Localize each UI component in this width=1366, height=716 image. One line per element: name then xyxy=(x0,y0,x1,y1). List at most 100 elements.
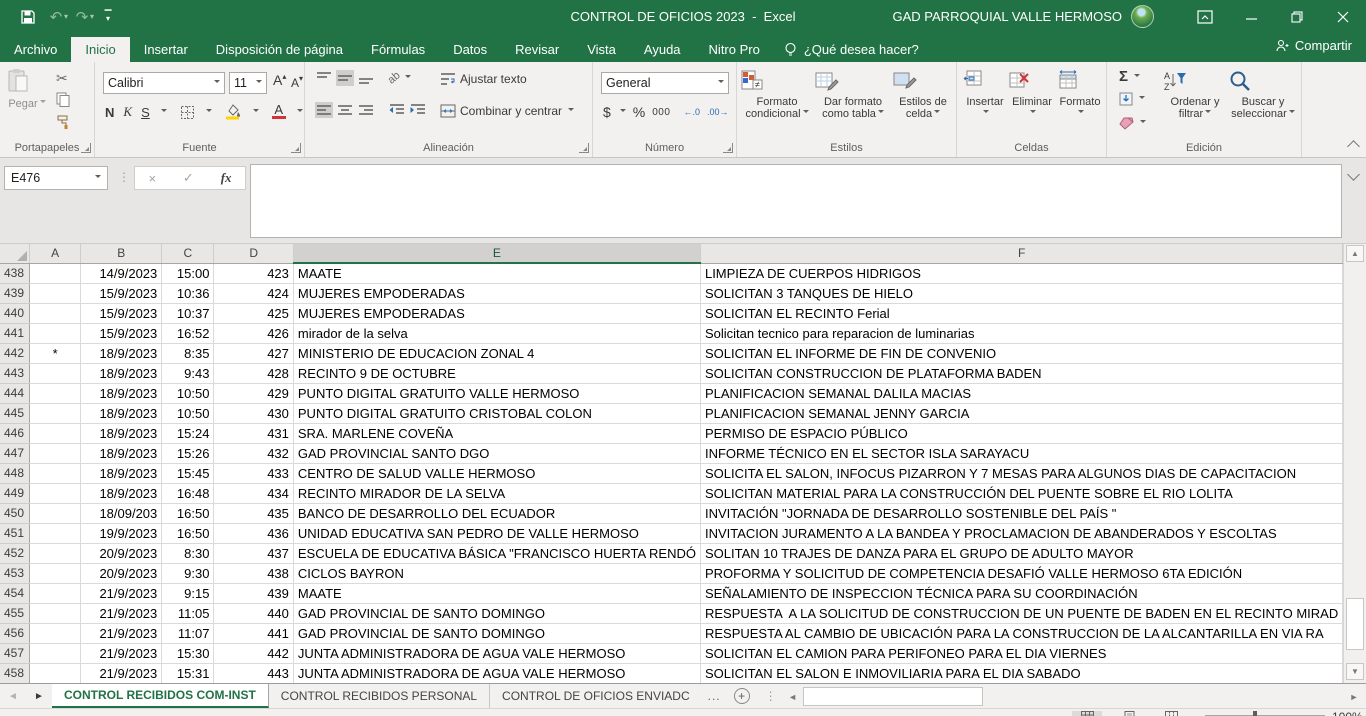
enter-icon[interactable]: ✓ xyxy=(183,170,194,186)
sheet-tab-control-recibidos-personal[interactable]: CONTROL RECIBIDOS PERSONAL xyxy=(269,684,490,708)
cell[interactable]: 19/9/2023 xyxy=(81,524,162,544)
row-header-444[interactable]: 444 xyxy=(0,384,30,404)
cell[interactable]: 20/9/2023 xyxy=(81,544,162,564)
cell[interactable]: INVITACION JURAMENTO A LA BANDEA Y PROCL… xyxy=(700,524,1342,544)
format-as-table-button[interactable]: Dar formato como tabla xyxy=(815,70,891,120)
cell[interactable] xyxy=(30,564,81,584)
horizontal-scrollbar[interactable]: ◄ ► xyxy=(785,687,1362,705)
cell[interactable]: UNIDAD EDUCATIVA SAN PEDRO DE VALLE HERM… xyxy=(293,524,700,544)
cell[interactable] xyxy=(30,624,81,644)
clear-icon[interactable] xyxy=(1119,117,1134,130)
cell[interactable]: 443 xyxy=(214,664,293,684)
select-all-corner[interactable] xyxy=(0,244,30,263)
page-break-view-icon[interactable] xyxy=(1156,711,1186,716)
thousands-icon[interactable]: 000 xyxy=(652,107,670,118)
underline-button[interactable]: S xyxy=(141,105,150,120)
cell[interactable]: 434 xyxy=(214,484,293,504)
font-name-select[interactable]: Calibri xyxy=(103,72,225,94)
font-size-select[interactable]: 11 xyxy=(229,72,267,94)
number-format-select[interactable]: General xyxy=(601,72,729,94)
cell[interactable]: 428 xyxy=(214,364,293,384)
cell[interactable]: MAATE xyxy=(293,584,700,604)
currency-dropdown-icon[interactable] xyxy=(618,105,626,119)
cell[interactable]: 435 xyxy=(214,504,293,524)
cell[interactable]: 10:50 xyxy=(162,384,214,404)
cell[interactable]: SOLICITA EL SALON, INFOCUS PIZARRON Y 7 … xyxy=(700,464,1342,484)
cell[interactable] xyxy=(30,284,81,304)
cell[interactable]: 21/9/2023 xyxy=(81,624,162,644)
cell[interactable]: 9:15 xyxy=(162,584,214,604)
font-color-icon[interactable]: A xyxy=(272,105,286,119)
conditional-formatting-button[interactable]: ≠ Formato condicional xyxy=(741,70,813,120)
cell[interactable]: 8:35 xyxy=(162,344,214,364)
cell[interactable]: 15/9/2023 xyxy=(81,284,162,304)
align-center-icon[interactable] xyxy=(336,102,354,118)
row-header-455[interactable]: 455 xyxy=(0,604,30,624)
cell[interactable]: mirador de la selva xyxy=(293,324,700,344)
cell[interactable]: 15/9/2023 xyxy=(81,304,162,324)
cell[interactable]: SOLICITAN EL INFORME DE FIN DE CONVENIO xyxy=(700,344,1342,364)
font-color-dropdown-icon[interactable] xyxy=(295,105,303,119)
percent-icon[interactable]: % xyxy=(633,104,645,120)
account-name[interactable]: GAD PARROQUIAL VALLE HERMOSO xyxy=(893,0,1122,33)
font-dialog-launcher-icon[interactable] xyxy=(291,143,301,153)
fill-dropdown-icon[interactable] xyxy=(1137,92,1145,106)
cell[interactable] xyxy=(30,504,81,524)
shrink-font-icon[interactable]: A▾ xyxy=(291,74,303,90)
cell[interactable]: RECINTO 9 DE OCTUBRE xyxy=(293,364,700,384)
column-header-c[interactable]: C xyxy=(162,244,214,263)
cell[interactable]: SOLICITAN CONSTRUCCION DE PLATAFORMA BAD… xyxy=(700,364,1342,384)
cell[interactable]: SOLICITAN EL CAMION PARA PERIFONEO PARA … xyxy=(700,644,1342,664)
align-right-icon[interactable] xyxy=(357,102,375,118)
cell[interactable]: 440 xyxy=(214,604,293,624)
insert-function-icon[interactable]: fx xyxy=(221,170,232,186)
cell[interactable]: JUNTA ADMINISTRADORA DE AGUA VALE HERMOS… xyxy=(293,664,700,684)
row-header-453[interactable]: 453 xyxy=(0,564,30,584)
cell[interactable]: ESCUELA DE EDUCATIVA BÁSICA "FRANCISCO H… xyxy=(293,544,700,564)
share-button[interactable]: Compartir xyxy=(1275,33,1352,58)
row-header-440[interactable]: 440 xyxy=(0,304,30,324)
cell[interactable]: SOLICITAN MATERIAL PARA LA CONSTRUCCIÓN … xyxy=(700,484,1342,504)
row-header-449[interactable]: 449 xyxy=(0,484,30,504)
scroll-right-icon[interactable]: ► xyxy=(1346,687,1362,706)
cell[interactable] xyxy=(30,584,81,604)
cell[interactable]: 15:26 xyxy=(162,444,214,464)
cell[interactable]: CENTRO DE SALUD VALLE HERMOSO xyxy=(293,464,700,484)
cell[interactable]: PLANIFICACION SEMANAL DALILA MACIAS xyxy=(700,384,1342,404)
cell[interactable]: 15/9/2023 xyxy=(81,324,162,344)
cell[interactable]: MUJERES EMPODERADAS xyxy=(293,284,700,304)
cell[interactable]: GAD PROVINCIAL SANTO DGO xyxy=(293,444,700,464)
currency-icon[interactable]: $ xyxy=(603,104,611,120)
cell[interactable]: RESPUESTA A LA SOLICITUD DE CONSTRUCCION… xyxy=(700,604,1342,624)
orientation-icon[interactable]: ab xyxy=(386,69,403,86)
alignment-dialog-launcher-icon[interactable] xyxy=(579,143,589,153)
align-top-icon[interactable] xyxy=(315,70,333,86)
copy-icon[interactable] xyxy=(56,92,70,107)
ribbon-tab-vista[interactable]: Vista xyxy=(573,37,630,62)
cell[interactable]: 432 xyxy=(214,444,293,464)
cell[interactable]: 423 xyxy=(214,263,293,284)
sheet-nav-next-icon[interactable]: ► xyxy=(26,684,52,708)
row-header-456[interactable]: 456 xyxy=(0,624,30,644)
cell[interactable]: MAATE xyxy=(293,263,700,284)
cell[interactable]: 433 xyxy=(214,464,293,484)
row-header-451[interactable]: 451 xyxy=(0,524,30,544)
increase-indent-icon[interactable] xyxy=(409,102,427,118)
cell[interactable]: 10:36 xyxy=(162,284,214,304)
page-layout-view-icon[interactable] xyxy=(1114,711,1144,716)
cell[interactable]: 427 xyxy=(214,344,293,364)
ribbon-tab-disposici-n-de-p-gina[interactable]: Disposición de página xyxy=(202,37,357,62)
decrease-indent-icon[interactable] xyxy=(388,102,406,118)
expand-formula-bar-icon[interactable] xyxy=(1347,168,1360,181)
cell[interactable]: 15:31 xyxy=(162,664,214,684)
cell[interactable]: SOLICITAN EL RECINTO Ferial xyxy=(700,304,1342,324)
cell[interactable]: 16:50 xyxy=(162,504,214,524)
cancel-icon[interactable]: × xyxy=(148,171,156,186)
collapse-ribbon-icon[interactable] xyxy=(1347,140,1360,153)
cell[interactable]: 18/09/203 xyxy=(81,504,162,524)
cell[interactable] xyxy=(30,664,81,684)
cell[interactable]: SOLICITAN 3 TANQUES DE HIELO xyxy=(700,284,1342,304)
cell[interactable] xyxy=(30,544,81,564)
cell[interactable]: 436 xyxy=(214,524,293,544)
cell[interactable]: Solicitan tecnico para reparacion de lum… xyxy=(700,324,1342,344)
